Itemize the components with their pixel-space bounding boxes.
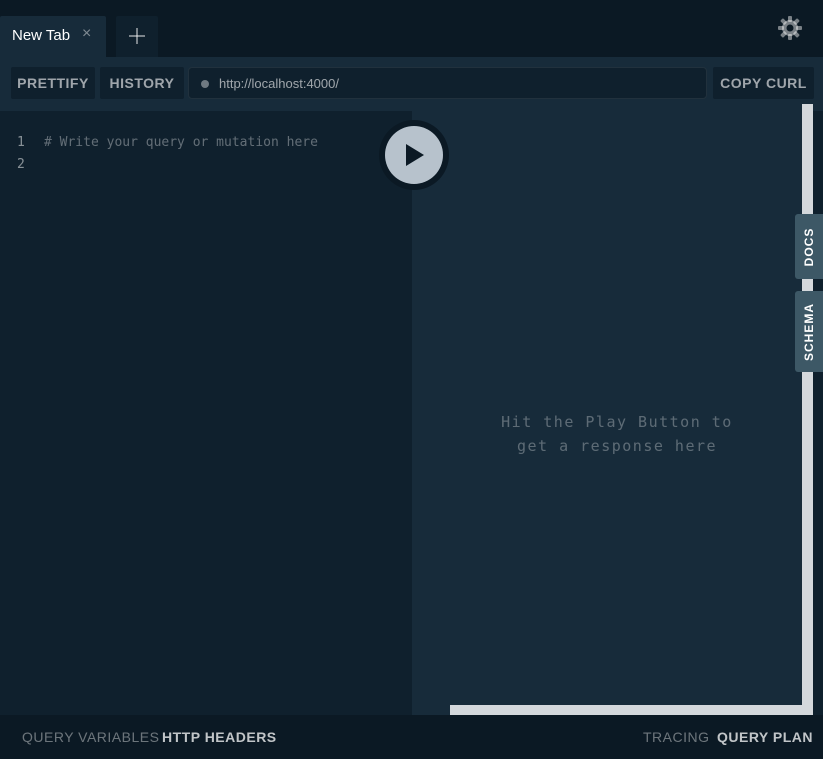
add-tab-button[interactable] xyxy=(116,16,158,57)
tracing-tab[interactable]: TRACING xyxy=(643,729,710,745)
history-button[interactable]: HISTORY xyxy=(100,67,184,99)
bottom-bar: QUERY VARIABLES HTTP HEADERS TRACING QUE… xyxy=(0,715,823,759)
play-icon xyxy=(406,144,424,166)
http-headers-tab[interactable]: HTTP HEADERS xyxy=(162,729,277,745)
toolbar: PRETTIFY HISTORY COPY CURL xyxy=(0,57,823,111)
vertical-scrollbar[interactable] xyxy=(802,104,813,715)
line-number: 2 xyxy=(17,157,25,172)
tab-label: New Tab xyxy=(12,27,71,44)
line-number: 1 xyxy=(17,135,25,150)
plus-icon xyxy=(129,28,145,44)
query-editor[interactable]: 1 2 # Write your query or mutation here xyxy=(0,111,412,715)
tab-bar: New Tab × xyxy=(0,0,823,57)
result-placeholder: Hit the Play Button to get a response he… xyxy=(412,410,822,458)
query-variables-tab[interactable]: QUERY VARIABLES xyxy=(22,729,159,745)
docs-tab-label: DOCS xyxy=(802,227,816,266)
close-icon[interactable]: × xyxy=(82,25,91,43)
tab-new-tab[interactable]: New Tab × xyxy=(0,16,106,57)
endpoint-url-bar[interactable] xyxy=(188,67,707,99)
editor-comment-line: # Write your query or mutation here xyxy=(44,135,318,150)
schema-tab[interactable]: SCHEMA xyxy=(795,291,823,372)
schema-tab-label: SCHEMA xyxy=(802,302,816,361)
status-dot-icon xyxy=(201,80,209,88)
endpoint-url-input[interactable] xyxy=(219,68,699,98)
gear-icon[interactable] xyxy=(778,16,802,40)
copy-curl-button[interactable]: COPY CURL xyxy=(713,67,814,99)
placeholder-line: Hit the Play Button to xyxy=(501,413,733,431)
placeholder-line: get a response here xyxy=(516,437,718,455)
play-button-face xyxy=(385,126,443,184)
prettify-button[interactable]: PRETTIFY xyxy=(11,67,95,99)
execute-query-button[interactable] xyxy=(379,120,449,190)
horizontal-scrollbar[interactable] xyxy=(450,705,813,715)
docs-tab[interactable]: DOCS xyxy=(795,214,823,279)
result-pane: Hit the Play Button to get a response he… xyxy=(412,104,802,715)
query-plan-tab[interactable]: QUERY PLAN xyxy=(717,729,813,745)
